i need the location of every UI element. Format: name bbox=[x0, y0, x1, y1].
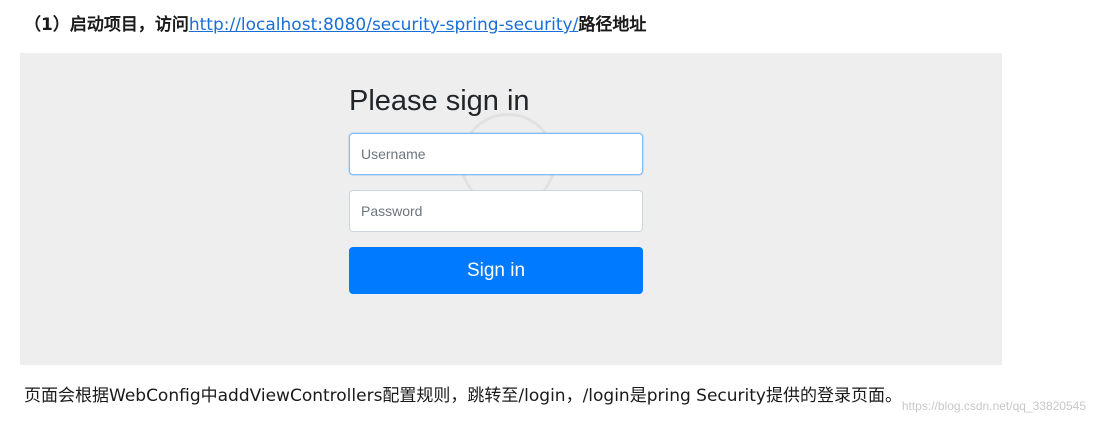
blog-watermark: https://blog.csdn.net/qq_33820545 bbox=[901, 399, 1086, 413]
sign-in-title: Please sign in bbox=[349, 85, 530, 117]
username-input[interactable] bbox=[349, 133, 643, 175]
login-page-screenshot: Please sign in Sign in bbox=[20, 53, 1002, 365]
heading-prefix: （1）启动项目，访问 bbox=[24, 15, 189, 35]
sign-in-form: Please sign in Sign in bbox=[349, 79, 643, 294]
sign-in-button[interactable]: Sign in bbox=[349, 247, 643, 294]
caption-text: 页面会根据WebConfig中addViewControllers配置规则，跳转… bbox=[24, 386, 902, 406]
localhost-url-link[interactable]: http://localhost:8080/security-spring-se… bbox=[189, 15, 578, 35]
heading-suffix: 路径地址 bbox=[578, 15, 647, 35]
password-input[interactable] bbox=[349, 190, 643, 232]
step-heading: （1）启动项目，访问http://localhost:8080/security… bbox=[24, 12, 646, 38]
